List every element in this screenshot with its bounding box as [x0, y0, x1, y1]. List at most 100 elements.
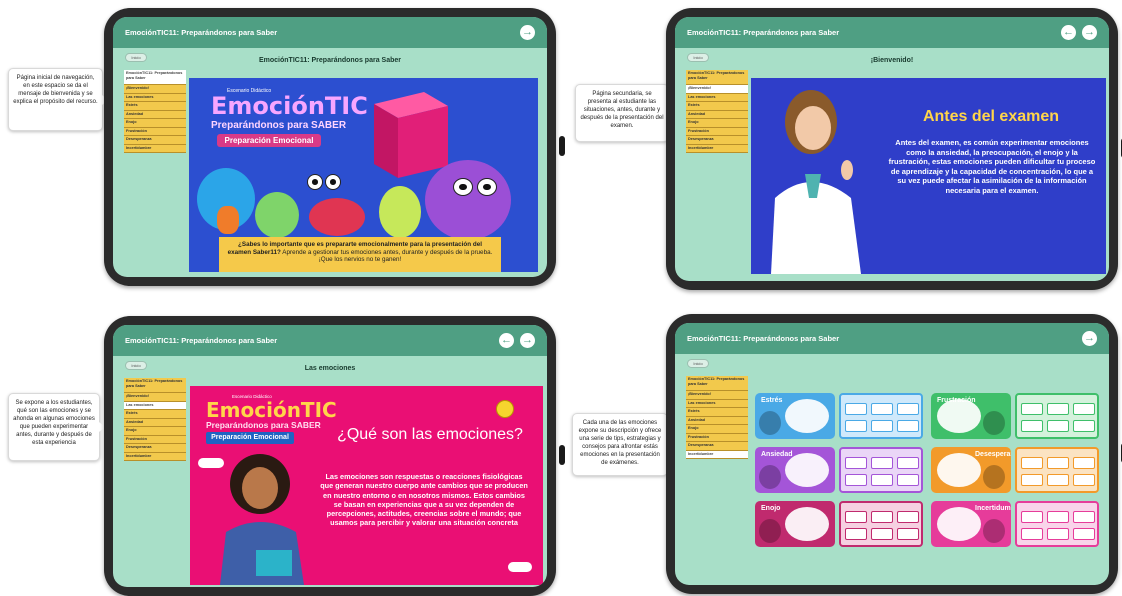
side-menu: EmociónTIC11: Preparándonos para Saber ¡… — [124, 70, 186, 153]
menu-item-frustracion[interactable]: Frustración — [124, 435, 186, 444]
arrow-left-circle-icon[interactable]: ← — [1061, 25, 1076, 40]
tip-box — [897, 511, 919, 523]
app-screen: EmociónTIC11: Preparándonos para Saber →… — [113, 17, 547, 277]
card-bubble — [785, 453, 829, 487]
tip-box — [1021, 403, 1043, 415]
callout-panel-3: Se expone a los estudiantes, qué son las… — [8, 393, 105, 461]
tip-box — [871, 420, 893, 432]
menu-item-desesperanza[interactable]: Desesperanza — [124, 444, 186, 453]
menu-item-emociones[interactable]: Las emociones — [124, 401, 186, 410]
menu-item-incertidumbre[interactable]: Incertidumbre — [686, 450, 748, 459]
card-bubble — [785, 399, 829, 433]
menu-item-ansiedad[interactable]: Ansiedad — [686, 416, 748, 425]
emotion-card-label: Frustración — [937, 397, 976, 404]
menu-item-ansiedad[interactable]: Ansiedad — [124, 418, 186, 427]
section-title: Antes del examen — [922, 108, 1060, 125]
menu-item-desesperanza[interactable]: Desesperanza — [686, 442, 748, 451]
arrow-right-circle-icon[interactable]: → — [520, 333, 535, 348]
menu-item-estres[interactable]: Estrés — [124, 102, 186, 111]
emotion-card[interactable]: Frustración — [931, 393, 1011, 439]
tip-box — [1047, 528, 1069, 540]
app-title: EmociónTIC11: Preparándonos para Saber — [125, 28, 278, 37]
monster-red — [309, 198, 365, 236]
tip-box — [897, 403, 919, 415]
app-screen: EmociónTIC11: Preparándonos para Saber →… — [675, 323, 1109, 585]
menu-item-enojo[interactable]: Enojo — [124, 119, 186, 128]
menu-item-home[interactable]: EmociónTIC11: Preparándonos para Saber — [124, 70, 186, 85]
emotion-tips-panel[interactable] — [839, 447, 923, 493]
tip-box — [1021, 474, 1043, 486]
app-bar: EmociónTIC11: Preparándonos para Saber ←… — [675, 17, 1109, 48]
monster-lime — [379, 186, 421, 238]
arrow-right-circle-icon[interactable]: → — [520, 25, 535, 40]
tip-box — [1073, 403, 1095, 415]
student-photo — [220, 454, 304, 585]
menu-item-emociones[interactable]: Las emociones — [686, 93, 748, 102]
menu-item-bienvenido[interactable]: ¡Bienvenido! — [124, 85, 186, 94]
menu-item-frustracion[interactable]: Frustración — [124, 127, 186, 136]
side-menu: EmociónTIC11: Preparándonos para Saber ¡… — [686, 70, 748, 153]
storyboard-collage: Página inicial de navegación, en este es… — [0, 0, 1122, 596]
tip-box — [1021, 457, 1043, 469]
emotion-card[interactable]: Incertidumbre — [931, 501, 1011, 547]
menu-item-home[interactable]: EmociónTIC11: Preparándonos para Saber — [124, 378, 186, 393]
app-bar: EmociónTIC11: Preparándonos para Saber → — [675, 323, 1109, 354]
monster-eye — [453, 178, 473, 196]
menu-item-home[interactable]: EmociónTIC11: Preparándonos para Saber — [686, 376, 748, 391]
app-title: EmociónTIC11: Preparándonos para Saber — [687, 28, 840, 37]
menu-item-bienvenido[interactable]: ¡Bienvenido! — [124, 393, 186, 402]
badge-preparacion: Preparación Emocional — [206, 432, 294, 444]
emotion-card[interactable]: Desesperanza — [931, 447, 1011, 493]
emotion-tips-panel[interactable] — [839, 501, 923, 547]
emotion-card-label: Incertidumbre — [975, 505, 1011, 512]
cube-illustration — [374, 92, 448, 178]
side-menu: EmociónTIC11: Preparándonos para Saber ¡… — [686, 376, 748, 459]
emotion-tips-panel[interactable] — [839, 393, 923, 439]
menu-item-incertidumbre[interactable]: Incertidumbre — [124, 144, 186, 153]
card-monster — [983, 411, 1005, 435]
menu-item-bienvenido[interactable]: ¡Bienvenido! — [686, 391, 748, 400]
home-button[interactable]: Inicio — [687, 359, 709, 368]
menu-item-enojo[interactable]: Enojo — [686, 425, 748, 434]
menu-item-enojo[interactable]: Enojo — [124, 427, 186, 436]
tip-box — [1073, 420, 1095, 432]
menu-item-desesperanza[interactable]: Desesperanza — [686, 136, 748, 145]
menu-item-incertidumbre[interactable]: Incertidumbre — [686, 144, 748, 153]
monster-tongue — [217, 206, 239, 234]
menu-item-ansiedad[interactable]: Ansiedad — [124, 110, 186, 119]
emotion-card-grid: Estrés Frustración Ansiedad Desesperanza Eno… — [755, 393, 1105, 579]
card-bubble — [937, 453, 981, 487]
tip-box — [871, 528, 893, 540]
tip-box — [845, 403, 867, 415]
emotion-card[interactable]: Ansiedad — [755, 447, 835, 493]
menu-item-bienvenido[interactable]: ¡Bienvenido! — [686, 85, 748, 94]
emotion-tips-panel[interactable] — [1015, 447, 1099, 493]
menu-item-estres[interactable]: Estrés — [686, 408, 748, 417]
callout-text: Página secundaria, se presenta al estudi… — [580, 91, 664, 129]
menu-item-desesperanza[interactable]: Desesperanza — [124, 136, 186, 145]
emotion-card[interactable]: Estrés — [755, 393, 835, 439]
menu-item-frustracion[interactable]: Frustración — [686, 433, 748, 442]
monster-eye — [477, 178, 497, 196]
menu-item-emociones[interactable]: Las emociones — [686, 399, 748, 408]
menu-item-frustracion[interactable]: Frustración — [686, 127, 748, 136]
arrow-left-circle-icon[interactable]: ← — [499, 333, 514, 348]
callout-panel-1: Página inicial de navegación, en este es… — [8, 68, 108, 131]
menu-item-home[interactable]: EmociónTIC11: Preparándonos para Saber — [686, 70, 748, 85]
emotion-tips-panel[interactable] — [1015, 501, 1099, 547]
card-bubble — [937, 507, 981, 541]
arrow-right-circle-icon[interactable]: → — [1082, 25, 1097, 40]
menu-item-emociones[interactable]: Las emociones — [124, 93, 186, 102]
emotion-tips-panel[interactable] — [1015, 393, 1099, 439]
tip-box — [897, 474, 919, 486]
arrow-right-circle-icon[interactable]: → — [1082, 331, 1097, 346]
menu-item-ansiedad[interactable]: Ansiedad — [686, 110, 748, 119]
menu-item-estres[interactable]: Estrés — [124, 410, 186, 419]
emotion-card[interactable]: Enojo — [755, 501, 835, 547]
menu-item-enojo[interactable]: Enojo — [686, 119, 748, 128]
tip-box — [871, 457, 893, 469]
menu-item-estres[interactable]: Estrés — [686, 102, 748, 111]
smiley-icon — [496, 400, 514, 418]
menu-item-incertidumbre[interactable]: Incertidumbre — [124, 452, 186, 461]
monster-purple — [425, 160, 511, 240]
